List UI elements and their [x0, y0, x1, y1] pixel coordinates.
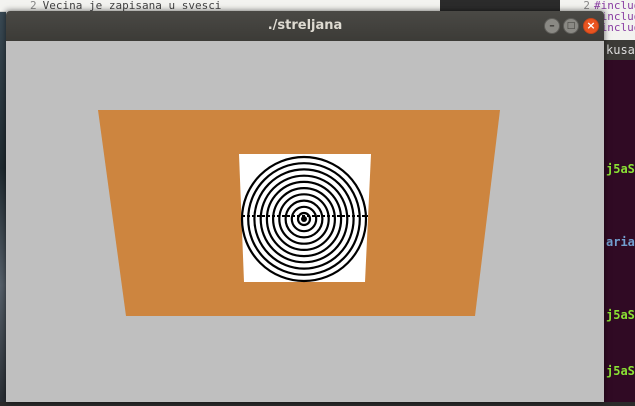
- title-bar[interactable]: ./streljana – □ ×: [6, 11, 604, 41]
- app-window: ./streljana – □ ×: [6, 11, 604, 402]
- terminal-line: j5aS: [606, 162, 635, 176]
- window-title: ./streljana: [267, 18, 343, 33]
- background-terminal: kusa j5aS aria j5aS j5aS: [604, 40, 635, 402]
- terminal-line: j5aS: [606, 364, 635, 378]
- editor-line-number: 2: [583, 0, 590, 12]
- target-bullseye: [301, 216, 307, 222]
- terminal-line: aria: [606, 235, 635, 249]
- terminal-line: j5aS: [606, 308, 635, 322]
- close-button[interactable]: ×: [583, 18, 599, 34]
- scene-svg: [98, 110, 500, 316]
- maximize-button[interactable]: □: [563, 18, 579, 34]
- minimize-button[interactable]: –: [544, 18, 560, 34]
- terminal-title: kusa: [604, 40, 635, 60]
- game-canvas[interactable]: [6, 41, 604, 402]
